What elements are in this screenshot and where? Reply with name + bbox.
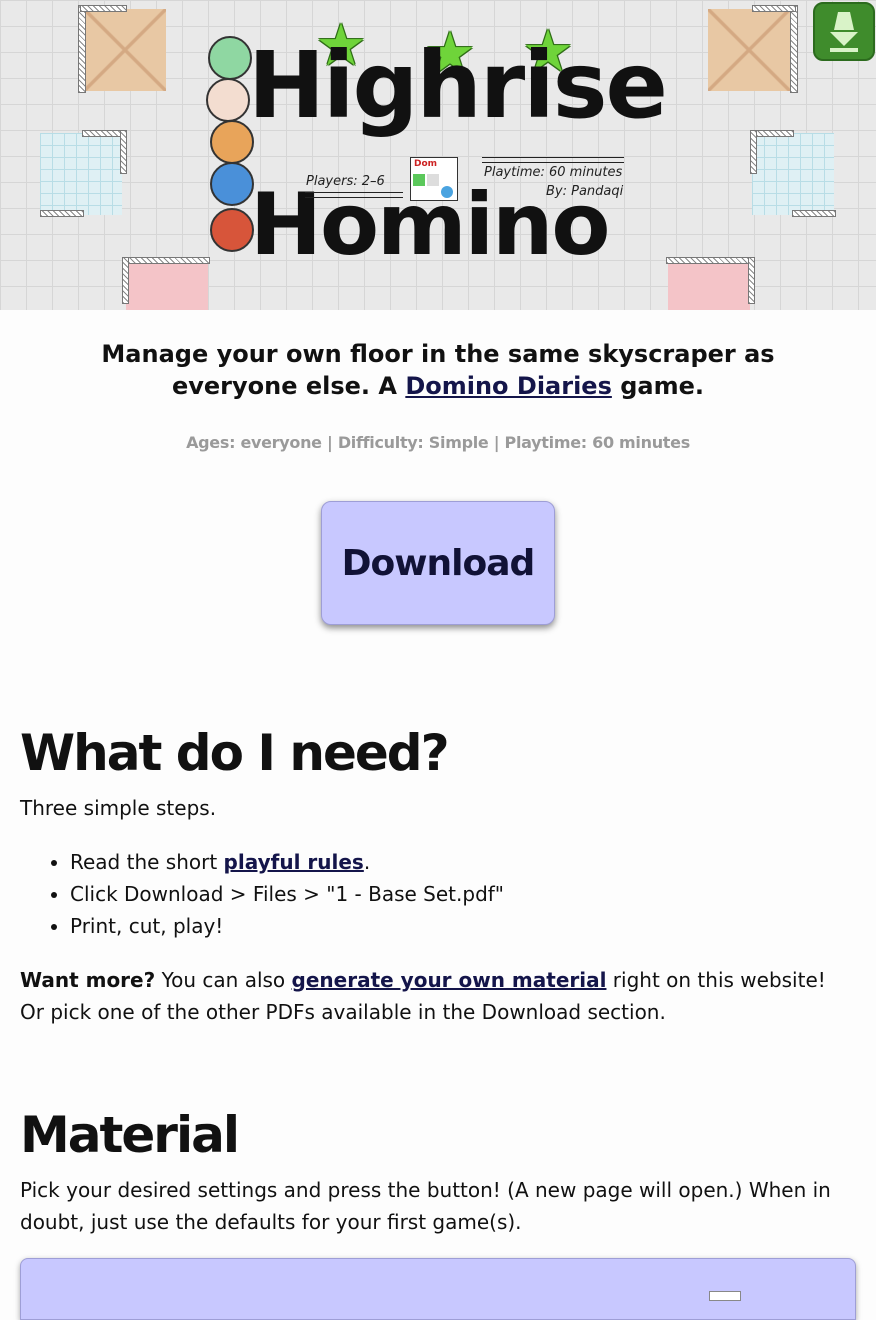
download-arrow-icon (830, 11, 858, 52)
logo-playtime: Playtime: 60 minutes (484, 165, 623, 180)
wall-segment (792, 210, 836, 217)
domino-cell (441, 186, 453, 198)
what-do-i-need-heading: What do I need? (20, 724, 450, 782)
domino-diaries-link[interactable]: Domino Diaries (405, 372, 612, 400)
download-button[interactable]: Download (321, 501, 555, 625)
settings-input[interactable] (709, 1291, 741, 1301)
list-item: Print, cut, play! (70, 910, 504, 942)
blue-tile-right (752, 133, 834, 215)
list-item: Click Download > Files > "1 - Base Set.p… (70, 878, 504, 910)
wall-segment (750, 130, 757, 174)
tagline: Manage your own floor in the same skyscr… (60, 338, 816, 402)
pink-tile-left (126, 260, 208, 310)
logo-rule (305, 192, 403, 198)
domino-label: Dom (414, 159, 438, 169)
want-more-paragraph: Want more? You can also generate your ow… (20, 964, 856, 1028)
material-intro: Pick your desired settings and press the… (20, 1178, 831, 1234)
want-more-text: You can also (155, 968, 292, 992)
domino-logo-icon: Dom (410, 157, 458, 201)
wall-segment (666, 257, 754, 264)
game-meta: Ages: everyone | Difficulty: Simple | Pl… (186, 433, 690, 452)
logo-rule (482, 157, 624, 163)
wall-segment (120, 130, 127, 174)
steps-list: Read the short playful rules. Click Down… (20, 846, 504, 942)
header-banner: ★ ★ ★ Highrise Homino Players: 2–6 Playt… (0, 0, 876, 310)
domino-cell (413, 174, 425, 186)
wood-tile-right (708, 9, 790, 91)
avatar-cat (206, 78, 250, 122)
wall-segment (748, 257, 755, 304)
wall-segment (80, 5, 127, 12)
wall-segment (122, 257, 129, 304)
steps-intro: Three simple steps. (20, 796, 217, 820)
material-heading: Material (20, 1106, 240, 1164)
generate-material-link[interactable]: generate your own material (292, 968, 607, 992)
avatar-worker (210, 162, 254, 206)
tagline-text-end: game. (611, 372, 705, 400)
logo-title-highrise: Highrise (248, 32, 668, 139)
domino-cell (427, 174, 439, 186)
want-more-label: Want more? (20, 968, 156, 992)
list-item: Read the short playful rules. (70, 846, 504, 878)
settings-form (20, 1258, 856, 1320)
wood-tile-left (84, 9, 166, 91)
step-text: Read the short (70, 850, 224, 874)
logo-players: Players: 2–6 (306, 174, 385, 189)
step-text-end: . (363, 850, 371, 874)
wall-segment (78, 5, 86, 93)
wall-segment (122, 257, 210, 264)
playful-rules-link[interactable]: playful rules (224, 850, 364, 874)
wall-segment (752, 5, 796, 12)
avatar-redhead (210, 208, 254, 252)
logo-author: By: Pandaqi (546, 184, 624, 199)
pink-tile-right (668, 260, 750, 310)
blue-tile-left (40, 133, 122, 215)
avatar-character (208, 36, 252, 80)
download-corner-button[interactable] (813, 2, 875, 61)
wall-segment (790, 5, 798, 93)
wall-segment (40, 210, 84, 217)
